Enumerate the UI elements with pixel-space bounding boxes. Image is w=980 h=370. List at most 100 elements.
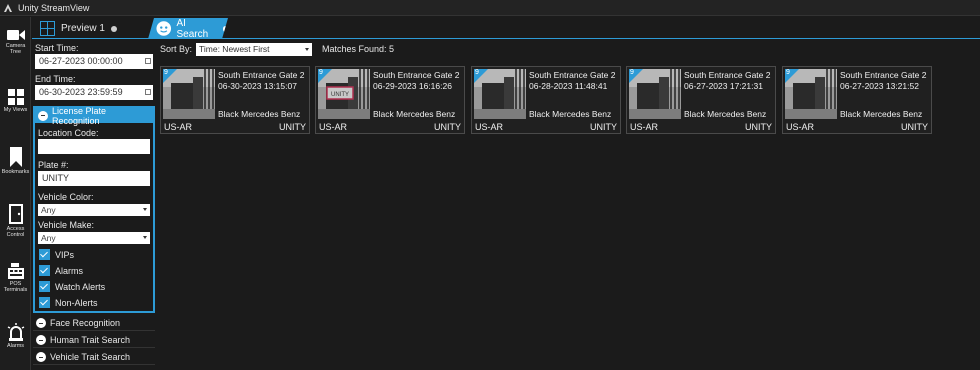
- card-footer: US-AR UNITY: [783, 122, 931, 134]
- plate-input[interactable]: UNITY: [38, 171, 150, 186]
- ai-face-icon: [156, 20, 172, 37]
- timestamp: 06-29-2023 16:16:26: [373, 81, 452, 91]
- plate-number: UNITY: [590, 122, 617, 132]
- location-code-label: Location Code:: [38, 128, 99, 138]
- vehicle-thumbnail[interactable]: 9: [474, 69, 526, 119]
- plate-number: UNITY: [901, 122, 928, 132]
- vehicle-thumbnail[interactable]: 9: [163, 69, 215, 119]
- expand-icon[interactable]: [36, 335, 46, 345]
- end-time-value: 06-30-2023 23:59:59: [39, 87, 123, 97]
- vehicle-thumbnail[interactable]: UNITY 9: [318, 69, 370, 119]
- result-card[interactable]: 9 South Entrance Gate 2 06-27-2023 13:21:5…: [782, 66, 932, 134]
- camera-location: South Entrance Gate 2: [840, 70, 927, 80]
- tab-ai-search[interactable]: AI Search: [148, 18, 228, 39]
- plate-label: Plate #:: [38, 160, 69, 170]
- title-bar: Unity StreamView: [0, 0, 980, 16]
- location-code-input[interactable]: [38, 139, 150, 154]
- start-time-input[interactable]: 06-27-2023 00:00:00: [35, 54, 153, 69]
- checkbox-watch-alerts[interactable]: Watch Alerts: [39, 281, 105, 292]
- nav-my-views[interactable]: My Views: [0, 89, 31, 113]
- plate-region: US-AR: [164, 122, 193, 132]
- close-tab-icon[interactable]: [110, 25, 117, 32]
- card-footer: US-AR UNITY: [161, 122, 309, 134]
- plate-number: UNITY: [279, 122, 306, 132]
- grid-icon: [7, 89, 24, 105]
- timestamp: 06-27-2023 13:21:52: [840, 81, 919, 91]
- result-card[interactable]: 9 South Entrance Gate 2 06-28-2023 11:48:4…: [471, 66, 621, 134]
- plate-region: US-AR: [475, 122, 504, 132]
- checkbox-checked-icon[interactable]: [39, 265, 50, 276]
- vehicle-thumbnail[interactable]: 9: [785, 69, 837, 119]
- app-logo-icon: [4, 3, 12, 12]
- expand-icon[interactable]: [36, 352, 46, 362]
- results-panel: Sort By: Time: Newest First Matches Foun…: [158, 40, 980, 370]
- chevron-down-icon: [143, 208, 147, 211]
- timestamp: 06-27-2023 17:21:31: [684, 81, 763, 91]
- vehicle-make-select[interactable]: Any: [38, 232, 150, 244]
- result-card[interactable]: 9 South Entrance Gate 2 06-27-2023 17:21:3…: [626, 66, 776, 134]
- window-title: Unity StreamView: [18, 2, 90, 13]
- checkbox-non-alerts[interactable]: Non-Alerts: [39, 297, 98, 308]
- lpr-panel: License Plate Recognition Location Code:…: [33, 106, 155, 313]
- camera-location: South Entrance Gate 2: [684, 70, 771, 80]
- calendar-icon[interactable]: [145, 89, 151, 95]
- vehicle-description: Black Mercedes Benz: [218, 109, 301, 119]
- section-human-trait-search[interactable]: Human Trait Search: [33, 333, 155, 348]
- end-time-input[interactable]: 06-30-2023 23:59:59: [35, 85, 153, 100]
- plate-number: UNITY: [434, 122, 461, 132]
- section-face-recognition[interactable]: Face Recognition: [33, 316, 155, 331]
- plate-number: UNITY: [745, 122, 772, 132]
- start-time-label: Start Time:: [35, 43, 79, 53]
- plate-region: US-AR: [319, 122, 348, 132]
- vehicle-thumbnail[interactable]: 9: [629, 69, 681, 119]
- result-card[interactable]: 9 South Entrance Gate 2 06-30-2023 13:15:0…: [160, 66, 310, 134]
- checkbox-checked-icon[interactable]: [39, 281, 50, 292]
- collapse-icon[interactable]: [38, 110, 48, 121]
- nav-camera-tree[interactable]: Camera Tree: [0, 29, 31, 55]
- sort-bar: Sort By: Time: Newest First Matches Foun…: [160, 42, 394, 56]
- register-icon: [7, 263, 24, 279]
- checkbox-vips[interactable]: VIPs: [39, 249, 74, 260]
- camera-location: South Entrance Gate 2: [373, 70, 460, 80]
- badge-count: 9: [475, 69, 479, 76]
- tab-label: AI Search: [176, 17, 209, 40]
- lpr-header[interactable]: License Plate Recognition: [35, 105, 153, 126]
- vehicle-color-select[interactable]: Any: [38, 204, 150, 216]
- grid-icon: [40, 21, 55, 36]
- vehicle-description: Black Mercedes Benz: [373, 109, 456, 119]
- nav-bookmarks[interactable]: Bookmarks: [0, 147, 31, 175]
- alarm-icon: [7, 323, 24, 341]
- lpr-title: License Plate Recognition: [52, 105, 107, 126]
- card-footer: US-AR UNITY: [316, 122, 464, 134]
- nav-pos-terminals[interactable]: POS Terminals: [0, 263, 31, 293]
- checkbox-checked-icon[interactable]: [39, 297, 50, 308]
- svg-text:UNITY: UNITY: [331, 92, 349, 98]
- camera-location: South Entrance Gate 2: [218, 70, 305, 80]
- checkbox-checked-icon[interactable]: [39, 249, 50, 260]
- search-filter-panel: Start Time: 06-27-2023 00:00:00 End Time…: [32, 40, 156, 370]
- tab-preview-1[interactable]: Preview 1: [40, 18, 150, 39]
- nav-label: Bookmarks: [1, 169, 30, 175]
- nav-alarms[interactable]: Alarms: [0, 323, 31, 349]
- calendar-icon[interactable]: [145, 58, 151, 64]
- door-icon: [8, 204, 23, 224]
- chevron-down-icon: [143, 236, 147, 239]
- sort-select[interactable]: Time: Newest First: [196, 42, 313, 56]
- start-time-value: 06-27-2023 00:00:00: [39, 56, 123, 66]
- section-vehicle-trait-search[interactable]: Vehicle Trait Search: [33, 350, 155, 365]
- close-tab-icon[interactable]: [223, 26, 228, 32]
- checkbox-alarms[interactable]: Alarms: [39, 265, 83, 276]
- nav-access-control[interactable]: Access Control: [0, 204, 31, 238]
- plate-region: US-AR: [630, 122, 659, 132]
- expand-icon[interactable]: [36, 318, 46, 328]
- card-footer: US-AR UNITY: [472, 122, 620, 134]
- end-time-label: End Time:: [35, 74, 76, 84]
- nav-label: My Views: [3, 107, 28, 113]
- nav-label: Alarms: [6, 343, 25, 349]
- vehicle-make-label: Vehicle Make:: [38, 220, 95, 230]
- vehicle-color-label: Vehicle Color:: [38, 192, 94, 202]
- result-card[interactable]: UNITY 9 South Entrance Gate 2 06-29-2023 16…: [315, 66, 465, 134]
- plate-region: US-AR: [786, 122, 815, 132]
- sort-value: Time: Newest First: [199, 43, 270, 54]
- section-label: Face Recognition: [50, 318, 121, 328]
